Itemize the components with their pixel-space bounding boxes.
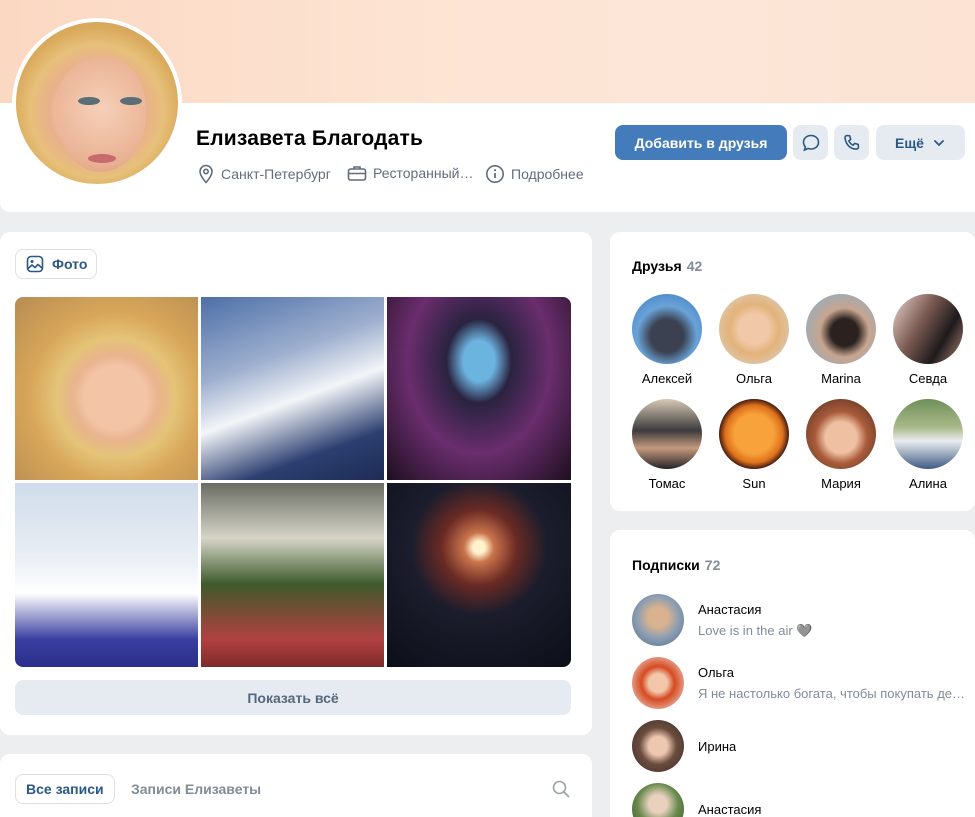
friends-title[interactable]: Друзья 42 (632, 258, 702, 274)
profile-name: Елизавета Благодать (196, 127, 424, 150)
photos-tab[interactable]: Фото (15, 249, 97, 279)
info-icon (486, 165, 504, 183)
search-icon[interactable] (551, 779, 571, 799)
avatar (632, 720, 684, 772)
avatar (806, 294, 876, 364)
avatar (632, 657, 684, 709)
message-button[interactable] (793, 125, 828, 160)
avatar (632, 294, 702, 364)
photo-icon (26, 255, 44, 273)
friend-item[interactable]: Алексей (627, 294, 707, 386)
subscription-item[interactable]: Анастасия (632, 783, 975, 817)
location-icon (199, 164, 213, 184)
tab-all-posts[interactable]: Все записи (15, 774, 115, 804)
call-button[interactable] (834, 125, 869, 160)
friend-item[interactable]: Томас (627, 399, 707, 491)
avatar (893, 399, 963, 469)
friend-item[interactable]: Севда (888, 294, 968, 386)
subscriptions-title[interactable]: Подписки 72 (632, 557, 720, 573)
photo-thumbnail[interactable] (201, 297, 384, 480)
more-actions-button[interactable]: Ещё (876, 125, 965, 160)
friend-item[interactable]: Marina (801, 294, 881, 386)
tab-own-posts[interactable]: Записи Елизаветы (131, 781, 261, 797)
photo-thumbnail[interactable] (201, 483, 384, 667)
message-icon (802, 134, 819, 151)
subscription-item[interactable]: Ирина (632, 720, 975, 772)
avatar (719, 294, 789, 364)
phone-icon (843, 134, 859, 150)
friend-item[interactable]: Ольга (714, 294, 794, 386)
photo-thumbnail[interactable] (15, 483, 198, 667)
friend-item[interactable]: Sun (714, 399, 794, 491)
photo-thumbnail[interactable] (387, 483, 571, 667)
friend-item[interactable]: Мария (801, 399, 881, 491)
subscription-item[interactable]: Ольга Я не настолько богата, чтобы покуп… (632, 657, 975, 709)
profile-city[interactable]: Санкт-Петербург (197, 164, 331, 184)
briefcase-icon (347, 166, 367, 181)
photo-thumbnail[interactable] (387, 297, 571, 480)
avatar (893, 294, 963, 364)
avatar (632, 594, 684, 646)
avatar (632, 399, 702, 469)
subscription-item[interactable]: Анастасия Love is in the air 🩶 (632, 594, 975, 646)
friend-item[interactable]: Алина (888, 399, 968, 491)
avatar (806, 399, 876, 469)
avatar (719, 399, 789, 469)
avatar (632, 783, 684, 817)
show-all-photos-button[interactable]: Показать всё (15, 680, 571, 715)
profile-work[interactable]: Ресторанный… (347, 164, 473, 182)
add-friend-button[interactable]: Добавить в друзья (615, 125, 787, 160)
chevron-down-icon (934, 139, 944, 146)
profile-avatar[interactable] (12, 18, 182, 188)
profile-more-info[interactable]: Подробнее (485, 164, 584, 184)
photo-thumbnail[interactable] (15, 297, 198, 480)
